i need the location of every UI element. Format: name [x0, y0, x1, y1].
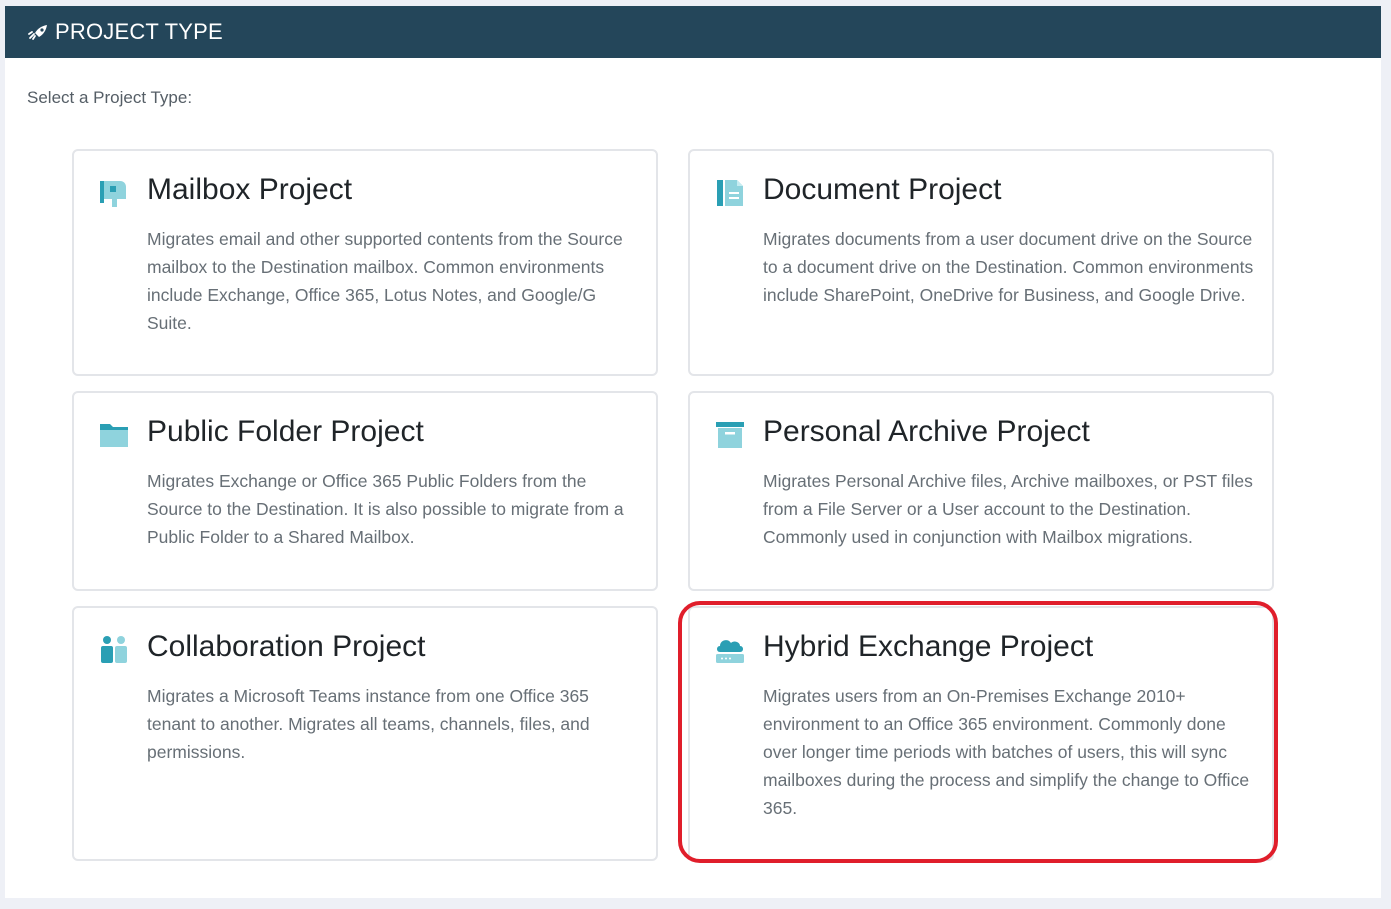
project-type-panel: PROJECT TYPE Select a Project Type: Mail…: [5, 6, 1381, 898]
document-project-card[interactable]: Document Project Migrates documents from…: [688, 149, 1274, 376]
cloud-server-icon: [714, 634, 746, 666]
collaboration-project-card[interactable]: Collaboration Project Migrates a Microso…: [72, 606, 658, 861]
users-icon: [98, 634, 130, 666]
public-folder-project-card[interactable]: Public Folder Project Migrates Exchange …: [72, 391, 658, 591]
card-description: Migrates users from an On-Premises Excha…: [763, 686, 1250, 818]
card-description: Migrates email and other supported conte…: [147, 229, 623, 333]
rocket-icon: [27, 23, 49, 41]
mailbox-icon: [98, 177, 130, 209]
personal-archive-project-card[interactable]: Personal Archive Project Migrates Person…: [688, 391, 1274, 591]
card-title: Hybrid Exchange Project: [763, 630, 1094, 663]
card-title: Mailbox Project: [147, 173, 353, 206]
archive-icon: [714, 419, 746, 451]
mailbox-project-card[interactable]: Mailbox Project Migrates email and other…: [72, 149, 658, 376]
select-project-type-label: Select a Project Type:: [27, 88, 193, 107]
card-description: Migrates Personal Archive files, Archive…: [763, 471, 1253, 547]
panel-header: PROJECT TYPE: [5, 6, 1381, 58]
card-title: Document Project: [763, 173, 1002, 206]
card-title: Public Folder Project: [147, 415, 424, 448]
folder-icon: [98, 419, 130, 451]
document-icon: [714, 177, 746, 209]
panel-title: PROJECT TYPE: [55, 19, 223, 44]
card-title: Collaboration Project: [147, 630, 426, 663]
card-description: Migrates a Microsoft Teams instance from…: [147, 686, 590, 762]
hybrid-exchange-project-card[interactable]: Hybrid Exchange Project Migrates users f…: [688, 606, 1274, 861]
card-description: Migrates documents from a user document …: [763, 229, 1254, 305]
card-title: Personal Archive Project: [763, 415, 1090, 448]
card-description: Migrates Exchange or Office 365 Public F…: [147, 471, 624, 547]
